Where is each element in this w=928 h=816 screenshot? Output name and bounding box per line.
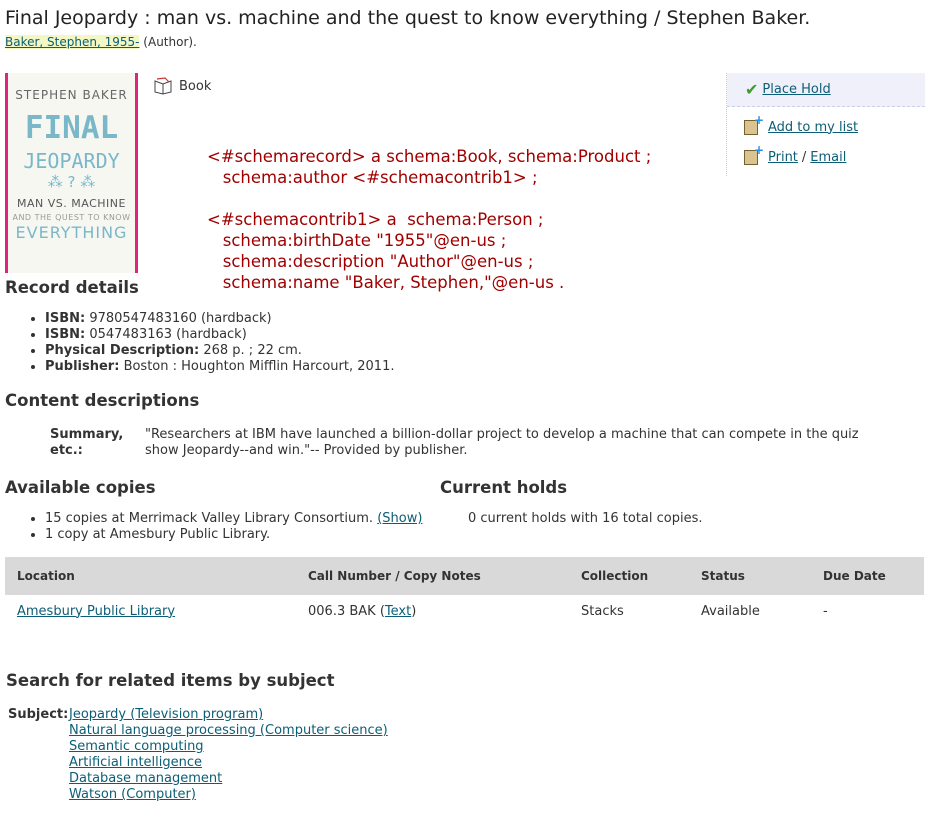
schema-rdf-block: <#schemarecord> a schema:Book, schema:Pr… [207, 125, 651, 314]
available-copies-list: 15 copies at Merrimack Valley Library Co… [27, 511, 422, 543]
copies-consortium-text: 15 copies at Merrimack Valley Library Co… [45, 511, 374, 526]
column-header: Location [5, 557, 296, 595]
action-separator: / [801, 149, 807, 165]
show-copies-link[interactable]: (Show) [377, 511, 422, 526]
column-header: Status [689, 557, 811, 595]
schema-line: schema:description "Author"@en-us ; [207, 252, 534, 271]
list-item: 1 copy at Amesbury Public Library. [45, 527, 422, 543]
cover-subtitle-line2: AND THE QUEST TO KNOW [12, 213, 131, 222]
text-link[interactable]: Text [385, 604, 411, 619]
cover-author: STEPHEN BAKER [15, 88, 128, 102]
place-hold-link[interactable]: Place Hold [762, 82, 830, 97]
subject-label: Subject: [8, 707, 69, 722]
schema-line: <#schemacontrib1> a schema:Person ; [207, 210, 544, 229]
detail-value: 9780547483160 (hardback) [89, 311, 272, 326]
cover-subtitle-line3: EVERYTHING [15, 223, 128, 242]
call-number: 006.3 BAK [308, 603, 376, 619]
email-link[interactable]: Email [810, 150, 846, 165]
list-item: Physical Description: 268 p. ; 22 cm. [45, 343, 394, 359]
list-item: ISBN: 9780547483160 (hardback) [45, 311, 394, 327]
table-header-row: Location Call Number / Copy Notes Collec… [5, 557, 924, 595]
current-holds-text: 0 current holds with 16 total copies. [468, 511, 703, 526]
subject-link[interactable]: Semantic computing [69, 739, 388, 755]
checkmark-icon: ✔ [745, 80, 759, 99]
detail-label: ISBN: [45, 311, 86, 326]
column-header: Call Number / Copy Notes [296, 557, 569, 595]
cover-title-line2: JEOPARDY [23, 149, 120, 173]
list-item: 15 copies at Merrimack Valley Library Co… [45, 511, 422, 527]
cover-subtitle-line1: MAN VS. MACHINE [17, 197, 126, 210]
status-cell: Available [701, 603, 760, 619]
detail-label: Physical Description: [45, 343, 200, 358]
column-header: Collection [569, 557, 689, 595]
detail-label: ISBN: [45, 327, 86, 342]
print-email-row: + Print / Email [727, 143, 925, 169]
schema-line: <#schemarecord> a schema:Book, schema:Pr… [207, 147, 652, 166]
subject-link[interactable]: Database management [69, 771, 388, 787]
clipboard-add-icon: + [744, 143, 764, 165]
due-date-cell: - [823, 603, 828, 619]
clipboard-add-icon: + [744, 113, 764, 135]
detail-value: 0547483163 (hardback) [89, 327, 247, 342]
author-role: (Author). [143, 35, 197, 49]
schema-line [207, 188, 651, 209]
related-subjects-heading: Search for related items by subject [6, 671, 335, 690]
add-to-list-link[interactable]: Add to my list [768, 120, 858, 135]
print-link[interactable]: Print [768, 150, 798, 165]
detail-label: Publisher: [45, 359, 120, 374]
book-cover-image: STEPHEN BAKER FINAL JEOPARDY ⁂ ? ⁂ MAN V… [5, 73, 138, 273]
available-copies-heading: Available copies [5, 478, 156, 497]
record-details-heading: Record details [5, 278, 139, 297]
column-header: Due Date [811, 557, 924, 595]
record-actions-panel: ✔ Place Hold + Add to my list + Print / … [726, 73, 925, 176]
copies-table: Location Call Number / Copy Notes Collec… [5, 557, 924, 627]
collection-cell: Stacks [581, 603, 624, 619]
summary-label: Summary, etc.: [50, 427, 124, 458]
author-link[interactable]: Baker, Stephen, 1955- [5, 35, 140, 49]
schema-line: schema:author <#schemacontrib1> ; [207, 168, 538, 187]
copies-local-text: 1 copy at Amesbury Public Library. [45, 527, 271, 542]
format-indicator: Book [153, 77, 211, 95]
table-row: Amesbury Public Library 006.3 BAK (Text)… [5, 595, 924, 627]
content-descriptions-heading: Content descriptions [5, 391, 200, 410]
subject-link[interactable]: Natural language processing (Computer sc… [69, 723, 388, 739]
location-link[interactable]: Amesbury Public Library [17, 604, 175, 619]
author-line: Baker, Stephen, 1955- (Author). [5, 35, 197, 49]
place-hold-row: ✔ Place Hold [727, 73, 925, 107]
cover-title-line1: FINAL [24, 110, 119, 146]
detail-value: 268 p. ; 22 cm. [203, 343, 302, 358]
call-number-cell: 006.3 BAK (Text) [308, 603, 417, 619]
summary-text: "Researchers at IBM have launched a bill… [145, 427, 859, 458]
subject-link[interactable]: Artificial intelligence [69, 755, 388, 771]
add-to-list-row: + Add to my list [727, 113, 925, 139]
list-item: ISBN: 0547483163 (hardback) [45, 327, 394, 343]
open-book-icon [154, 77, 172, 95]
page-title: Final Jeopardy : man vs. machine and the… [5, 7, 811, 29]
record-details-list: ISBN: 9780547483160 (hardback) ISBN: 054… [27, 311, 394, 375]
format-label: Book [179, 78, 212, 94]
subject-link[interactable]: Jeopardy (Television program) [69, 707, 388, 723]
schema-line: schema:birthDate "1955"@en-us ; [207, 231, 507, 250]
current-holds-heading: Current holds [440, 478, 568, 497]
detail-value: Boston : Houghton Mifflin Harcourt, 2011… [123, 359, 395, 374]
cover-brain-graphic: ⁂ ? ⁂ [47, 173, 96, 191]
schema-line: schema:name "Baker, Stephen,"@en-us . [207, 273, 565, 292]
list-item: Publisher: Boston : Houghton Mifflin Har… [45, 359, 394, 375]
subject-list: Jeopardy (Television program) Natural la… [69, 707, 388, 803]
subject-link[interactable]: Watson (Computer) [69, 787, 388, 803]
